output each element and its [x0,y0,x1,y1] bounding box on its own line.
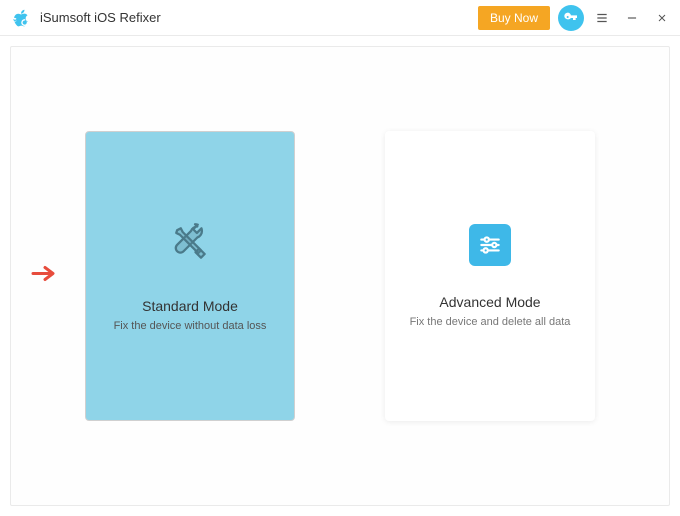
window-controls [594,10,670,26]
register-key-button[interactable] [558,5,584,31]
standard-mode-description: Fix the device without data loss [102,320,279,332]
hamburger-icon [595,11,609,25]
menu-button[interactable] [594,10,610,26]
buy-now-button[interactable]: Buy Now [478,6,550,30]
minimize-icon [625,11,639,25]
arrow-right-icon [31,265,59,283]
standard-mode-card[interactable]: Standard Mode Fix the device without dat… [85,131,295,421]
app-logo-icon [10,7,32,29]
app-title: iSumsoft iOS Refixer [40,10,161,25]
advanced-mode-description: Fix the device and delete all data [398,316,583,328]
close-icon [656,12,668,24]
advanced-mode-card[interactable]: Advanced Mode Fix the device and delete … [385,131,595,421]
key-icon [563,10,579,26]
titlebar: iSumsoft iOS Refixer Buy Now [0,0,680,36]
sliders-icon [469,224,511,266]
minimize-button[interactable] [624,10,640,26]
close-button[interactable] [654,10,670,26]
standard-mode-title: Standard Mode [142,298,238,314]
arrow-indicator [31,265,59,288]
mode-selection-area: Standard Mode Fix the device without dat… [10,46,670,506]
advanced-mode-title: Advanced Mode [439,294,540,310]
tools-icon [168,221,212,270]
